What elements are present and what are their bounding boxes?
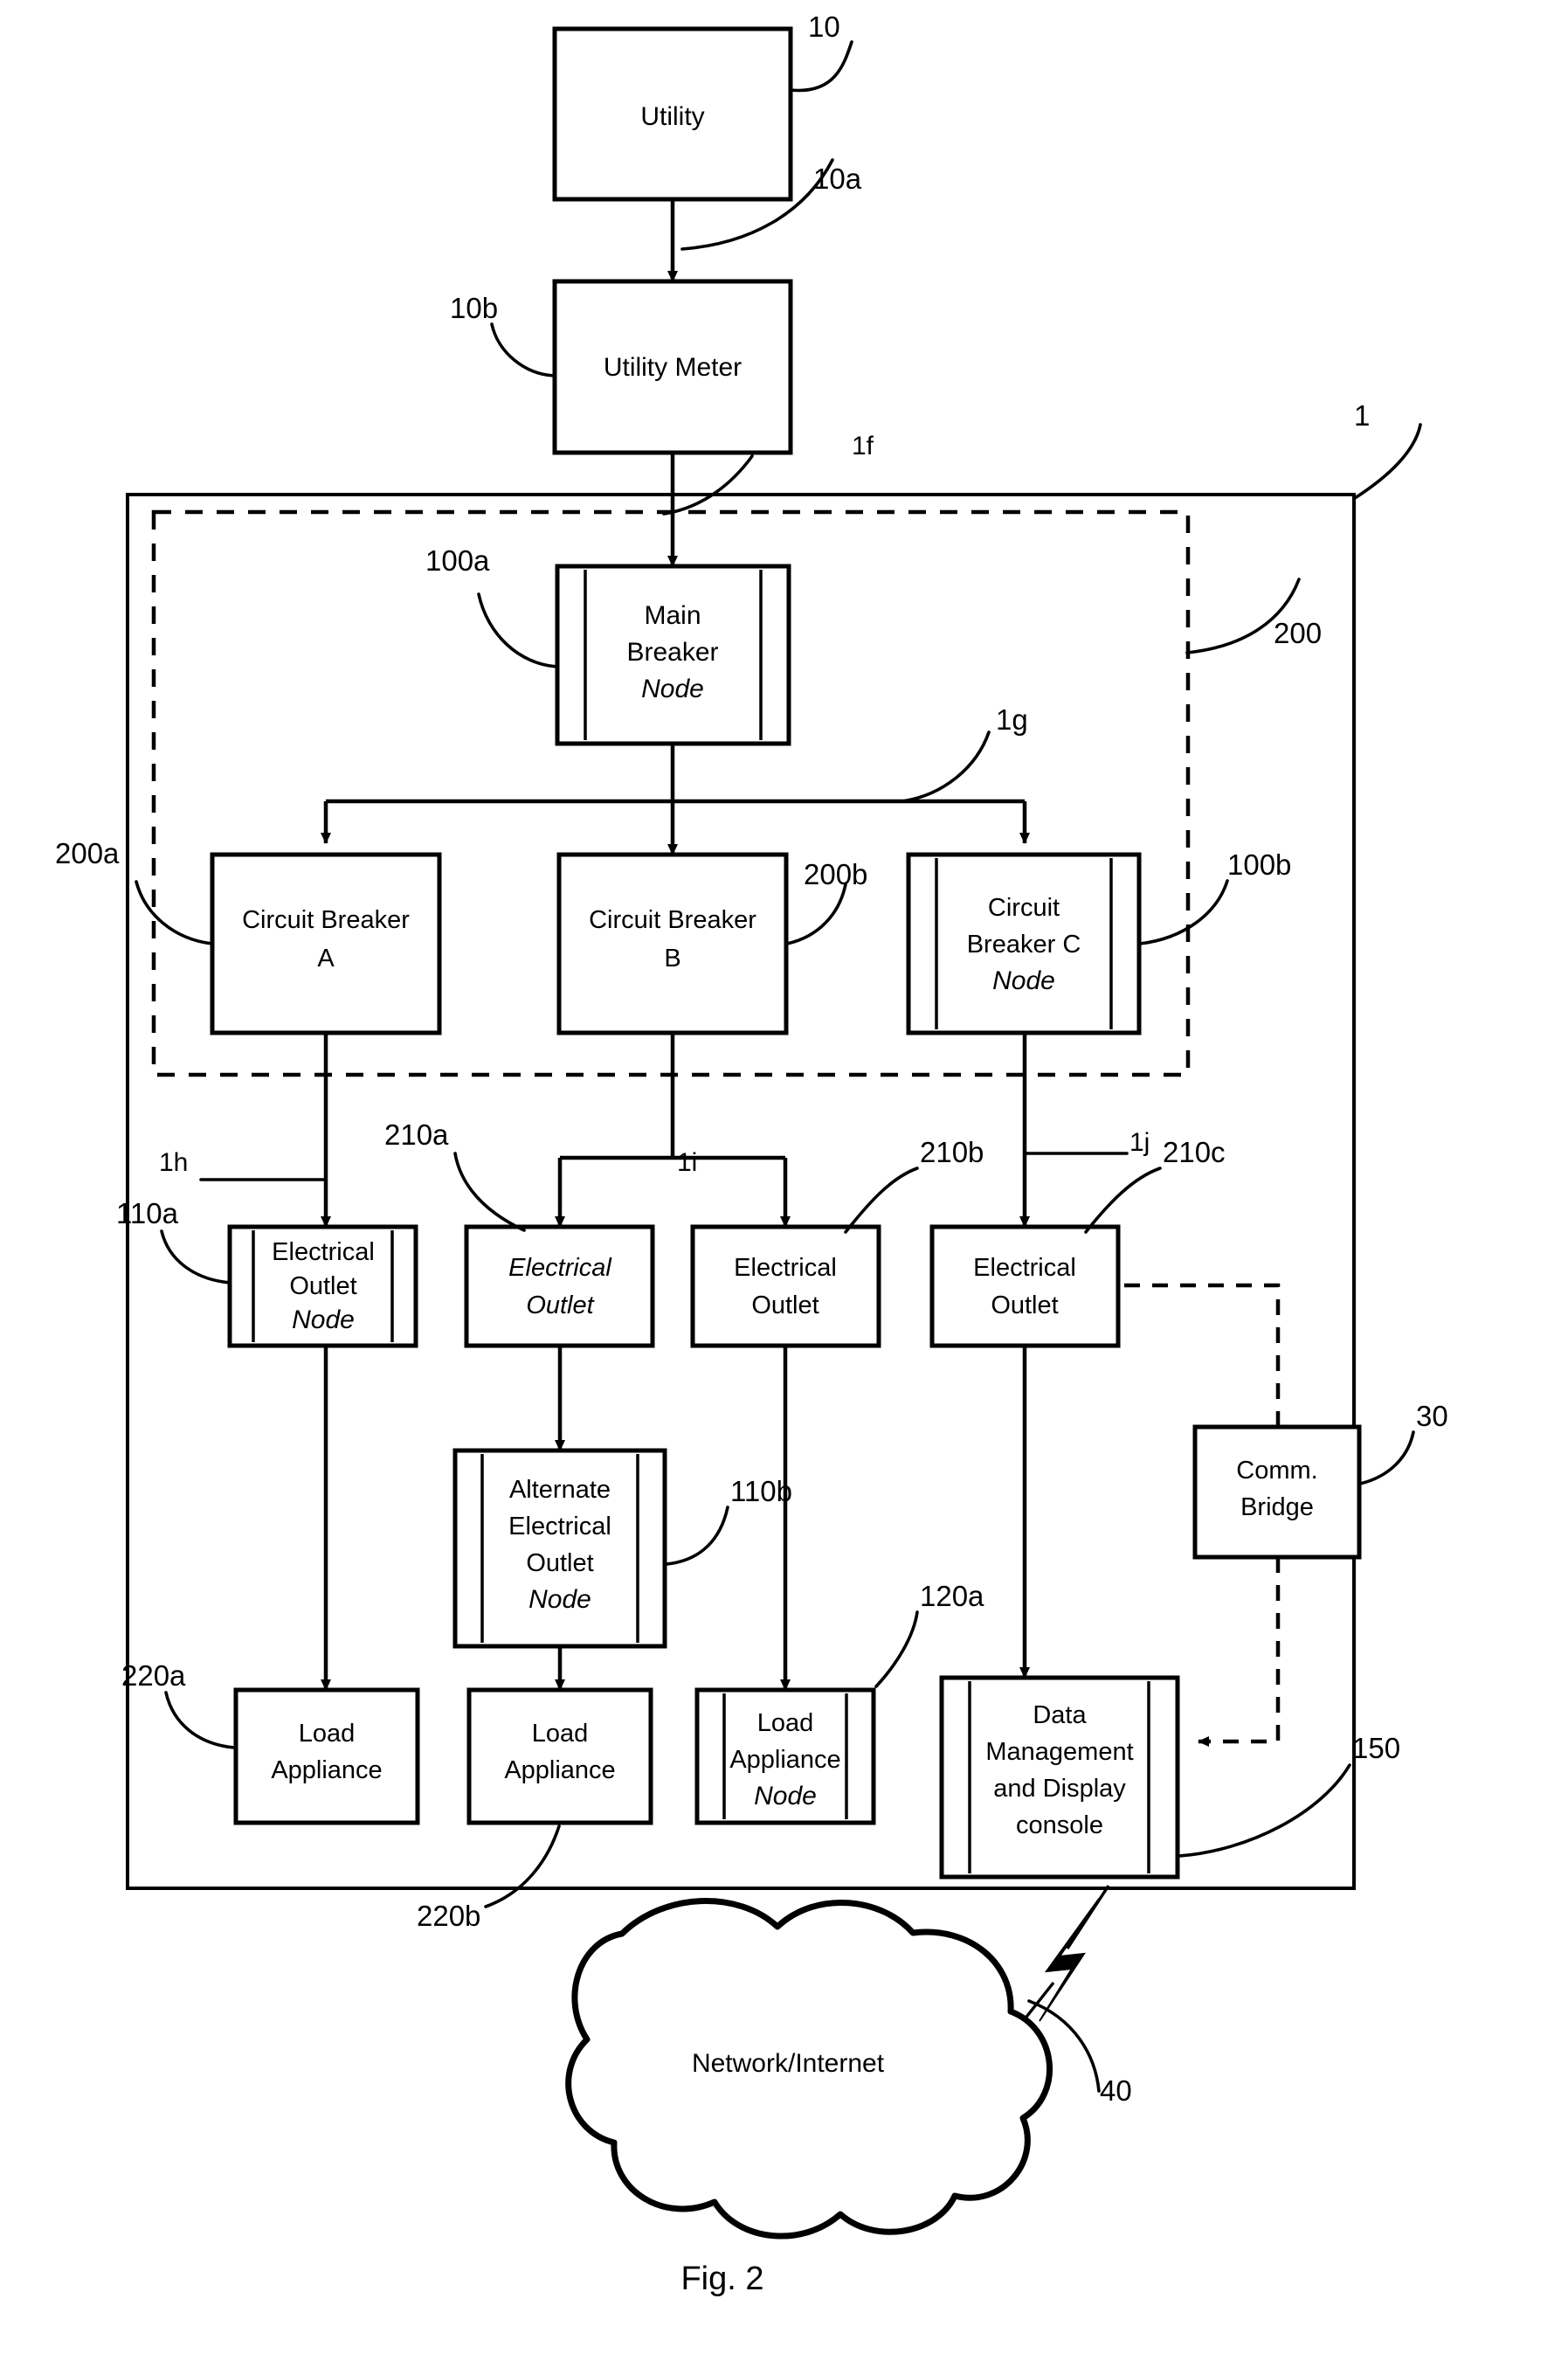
leader-100b [1138,879,1229,945]
block-circuit-breaker-b[interactable] [556,852,789,1035]
block-electrical-outlet-c-label-2: Outlet [991,1291,1058,1319]
leader-1f [662,454,754,516]
ref-110b: 110b [730,1475,792,1507]
lightning-bolt-network-link [1039,1898,1100,2022]
block-main-breaker-label-1: Main [644,601,701,630]
ref-1h: 1h [159,1148,188,1177]
ref-40: 40 [1100,2074,1132,2107]
block-electrical-outlet-c-label-1: Electrical [973,1254,1076,1282]
leader-220b [484,1824,561,1908]
ref-200: 200 [1274,617,1322,649]
block-comm-bridge[interactable] [1192,1424,1362,1560]
block-alternate-outlet-node-word: Node [528,1585,591,1614]
leader-210c [1084,1167,1162,1234]
patent-figure-2: Utility Utility Meter Main Breaker Node … [0,0,1568,2361]
block-load-appliance-a-label-2: Appliance [271,1756,382,1784]
block-load-appliance-b-label-1: Load [532,1720,589,1748]
leader-1 [1353,423,1422,500]
ref-210c: 210c [1163,1136,1226,1168]
block-data-console-label-2: Management [985,1738,1133,1766]
leader-220a [164,1691,236,1749]
ref-100b: 100b [1227,848,1291,881]
block-electrical-outlet-node-label-1: Electrical [272,1238,375,1266]
leader-200b [785,883,847,945]
block-circuit-breaker-c-label-1: Circuit [988,894,1060,922]
block-electrical-outlet-b[interactable] [690,1224,881,1348]
block-main-breaker-label-2: Breaker [626,638,718,667]
ref-120a: 120a [920,1580,984,1612]
block-network-cloud-label: Network/Internet [692,2049,885,2078]
block-load-appliance-node-label-1: Load [757,1709,814,1737]
ref-220a: 220a [121,1659,186,1692]
leader-1g [901,730,991,803]
leader-150 [1178,1763,1351,1858]
ref-30: 30 [1416,1400,1448,1432]
leader-10b [490,322,556,377]
ref-220b: 220b [417,1900,480,1932]
leader-200a [135,880,214,945]
block-utility-label: Utility [640,102,704,131]
leader-10 [789,40,853,93]
ref-10: 10 [808,10,840,43]
block-circuit-breaker-c-label-2: Breaker C [967,931,1081,959]
block-electrical-outlet-node-label-2: Outlet [289,1272,356,1300]
block-circuit-breaker-c-node-word: Node [992,966,1055,995]
leader-110a [160,1229,231,1284]
diagram-canvas: Utility Utility Meter Main Breaker Node … [55,10,1448,2297]
block-alternate-outlet-label-3: Outlet [526,1549,593,1577]
ref-150: 150 [1352,1732,1400,1764]
leader-210b [844,1167,919,1234]
block-utility-meter-label: Utility Meter [604,353,742,382]
block-circuit-breaker-b-label-1: Circuit Breaker [589,906,756,934]
block-circuit-breaker-a[interactable] [210,852,442,1035]
block-load-appliance-a-label-1: Load [299,1720,356,1748]
block-comm-bridge-label-2: Bridge [1240,1493,1314,1521]
block-load-appliance-node-label-2: Appliance [729,1746,840,1774]
block-data-console-label-3: and Display [993,1775,1126,1803]
block-electrical-outlet-b-label-1: Electrical [734,1254,837,1282]
block-electrical-outlet-node-word: Node [292,1305,355,1334]
dashed-wire-bridge-console [1198,1557,1281,1747]
ref-10a: 10a [813,163,862,195]
leader-30 [1358,1430,1415,1485]
ref-210a: 210a [384,1118,449,1151]
ref-1j: 1j [1129,1128,1150,1157]
block-data-console-label-4: console [1016,1811,1103,1839]
block-load-appliance-b-label-2: Appliance [504,1756,615,1784]
block-circuit-breaker-b-label-2: B [664,945,680,973]
figure-caption: Fig. 2 [680,2261,763,2297]
ref-200b: 200b [804,858,867,890]
block-circuit-breaker-a-label-1: Circuit Breaker [242,906,410,934]
block-electrical-outlet-a-label-1: Electrical [508,1254,612,1282]
leader-120a [874,1610,919,1688]
ref-200a: 200a [55,837,120,869]
block-alternate-outlet-label-2: Electrical [508,1513,611,1541]
block-main-breaker-node-word: Node [641,675,704,703]
ref-1i: 1i [677,1148,697,1177]
ref-1f: 1f [852,432,874,460]
wire-console-bolt [1066,1885,1110,1949]
block-electrical-outlet-c[interactable] [929,1224,1121,1348]
leader-110b [665,1506,729,1566]
ref-210b: 210b [920,1136,984,1168]
block-electrical-outlet-a-label-2: Outlet [526,1291,595,1319]
block-data-console-label-1: Data [1033,1701,1087,1729]
block-load-appliance-node-word: Node [754,1782,817,1811]
block-electrical-outlet-a[interactable] [464,1224,655,1348]
ref-1: 1 [1354,399,1370,432]
block-alternate-outlet-label-1: Alternate [509,1476,611,1504]
leader-100a [477,592,559,668]
ref-1g: 1g [996,703,1028,736]
leader-210a [453,1152,526,1232]
ref-110a: 110a [116,1197,179,1229]
ref-100a: 100a [425,544,490,577]
block-comm-bridge-label-1: Comm. [1236,1457,1317,1485]
block-electrical-outlet-b-label-2: Outlet [751,1291,819,1319]
ref-10b: 10b [450,292,498,324]
block-circuit-breaker-a-label-2: A [317,945,335,973]
